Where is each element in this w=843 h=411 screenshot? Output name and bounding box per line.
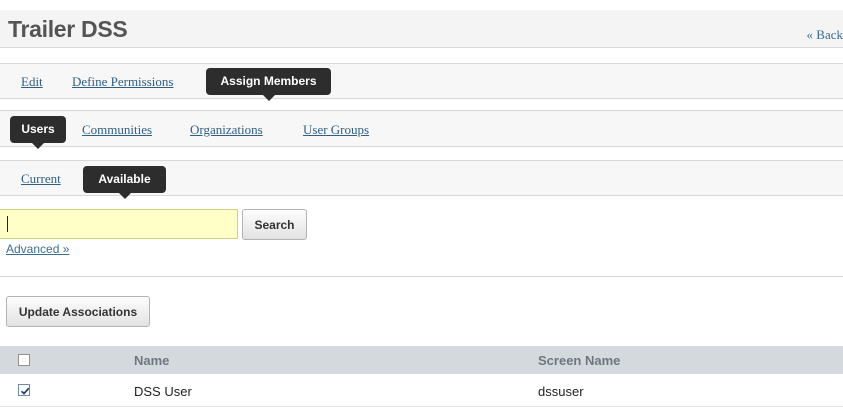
tab-assign-members[interactable]: Assign Members [206,68,331,101]
tab-available[interactable]: Available [83,166,166,199]
update-associations-button[interactable]: Update Associations [6,296,150,327]
advanced-search-link[interactable]: Advanced » [6,242,69,256]
tab-users[interactable]: Users [10,116,66,149]
search-button[interactable]: Search [242,209,307,240]
text-cursor [7,216,8,232]
tab-organizations[interactable]: Organizations [190,122,263,138]
back-link[interactable]: « Back [807,27,843,43]
page: Trailer DSS « Back Edit Define Permissio… [0,0,843,411]
row-checkbox[interactable] [18,384,30,396]
tab-user-groups[interactable]: User Groups [303,122,369,138]
search-input[interactable] [0,209,238,239]
divider [0,276,843,277]
tab-define-permissions[interactable]: Define Permissions [72,74,173,90]
table-header: Name Screen Name [0,346,843,374]
column-header-screen-name[interactable]: Screen Name [538,353,620,368]
checkmark-icon [20,387,30,395]
title-bar: Trailer DSS « Back [0,10,843,48]
primary-tabs: Edit Define Permissions Assign Members [0,63,843,101]
page-title: Trailer DSS [8,16,128,42]
cell-name: DSS User [134,384,192,399]
secondary-tabs: Users Communities Organizations User Gro… [0,110,843,149]
tab-current[interactable]: Current [21,171,61,187]
tab-edit[interactable]: Edit [21,74,43,90]
cell-screen-name: dssuser [538,384,584,399]
tertiary-tabs: Current Available [0,160,843,199]
select-all-checkbox[interactable] [18,354,30,366]
column-header-name[interactable]: Name [134,353,169,368]
tab-communities[interactable]: Communities [82,122,152,138]
table-row: DSS User dssuser [0,374,843,407]
